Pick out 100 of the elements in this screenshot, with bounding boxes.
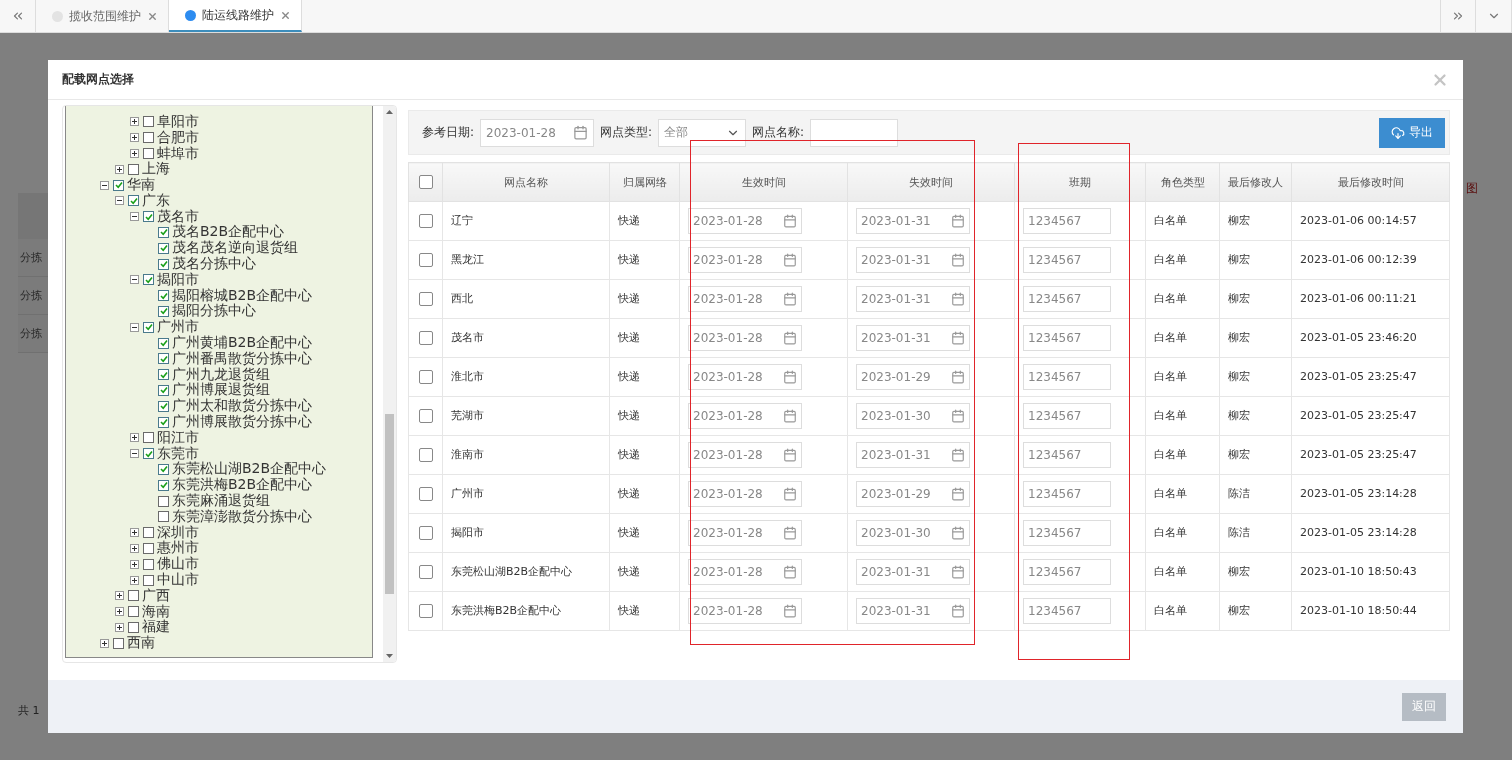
plus-box-icon[interactable] <box>130 149 139 158</box>
tree-node-label[interactable]: 东莞漳澎散货分拣中心 <box>172 507 312 526</box>
plus-box-icon[interactable] <box>100 638 109 648</box>
date-field[interactable]: 2023-01-28 <box>688 481 802 507</box>
schedule-field[interactable]: 1234567 <box>1023 208 1111 234</box>
select-field[interactable]: 全部 <box>658 118 747 147</box>
schedule-field[interactable]: 1234567 <box>1023 325 1111 351</box>
plus-box-icon[interactable] <box>130 559 139 569</box>
tree-checkbox[interactable] <box>128 621 139 633</box>
tree-checkbox[interactable] <box>143 274 154 286</box>
tree-checkbox[interactable] <box>158 400 169 412</box>
name-field[interactable] <box>810 118 899 147</box>
tree-checkbox[interactable] <box>158 463 169 475</box>
tab-label[interactable]: 陆运线路维护 <box>202 6 274 24</box>
plus-box-icon[interactable] <box>115 591 124 601</box>
schedule-field[interactable]: 1234567 <box>1023 286 1111 312</box>
date-field[interactable]: 2023-01-31 <box>856 208 970 234</box>
tree-checkbox[interactable] <box>143 116 154 128</box>
schedule-field[interactable]: 1234567 <box>1023 598 1111 624</box>
tree-checkbox[interactable] <box>158 242 169 254</box>
tree-checkbox[interactable] <box>128 590 139 602</box>
tree-checkbox[interactable] <box>158 479 169 491</box>
row-checkbox[interactable] <box>418 370 433 384</box>
tree-checkbox[interactable] <box>143 211 154 223</box>
tree-checkbox[interactable] <box>158 290 169 302</box>
down-arrow-icon[interactable] <box>386 654 394 658</box>
close-icon[interactable] <box>280 9 291 21</box>
plus-box-icon[interactable] <box>130 117 139 127</box>
scrollbar[interactable] <box>383 106 396 662</box>
schedule-field[interactable]: 1234567 <box>1023 442 1111 468</box>
date-field[interactable]: 2023-01-28 <box>688 403 802 429</box>
row-checkbox[interactable] <box>418 409 433 423</box>
schedule-field[interactable]: 1234567 <box>1023 403 1111 429</box>
date-field[interactable]: 2023-01-31 <box>856 598 970 624</box>
row-checkbox[interactable] <box>418 487 433 501</box>
tree-node-label[interactable]: 阜阳市 <box>157 112 199 131</box>
schedule-field[interactable]: 1234567 <box>1023 247 1111 273</box>
date-field[interactable]: 2023-01-28 <box>480 118 595 147</box>
close-icon[interactable] <box>147 10 158 22</box>
schedule-field[interactable]: 1234567 <box>1023 559 1111 585</box>
date-field[interactable]: 2023-01-31 <box>856 247 970 273</box>
tree-node-label[interactable]: 揭阳市 <box>157 270 199 289</box>
tree-checkbox[interactable] <box>158 369 169 381</box>
date-field[interactable]: 2023-01-30 <box>856 403 970 429</box>
row-checkbox[interactable] <box>418 331 433 345</box>
tree-node-label[interactable]: 中山市 <box>157 571 199 589</box>
tree-checkbox[interactable] <box>158 305 169 317</box>
tree-node-label[interactable]: 蚌埠市 <box>157 144 199 163</box>
minus-box-icon[interactable] <box>130 322 139 332</box>
date-field[interactable]: 2023-01-28 <box>688 598 802 624</box>
tree-node-label[interactable]: 广州番禺散货分拣中心 <box>172 349 312 368</box>
row-checkbox[interactable] <box>418 526 433 540</box>
plus-box-icon[interactable] <box>130 433 139 443</box>
tree-checkbox[interactable] <box>143 448 154 460</box>
export-button[interactable]: 导出 <box>1379 117 1445 148</box>
tree-checkbox[interactable] <box>143 432 154 444</box>
row-checkbox[interactable] <box>418 565 433 579</box>
tree-checkbox[interactable] <box>128 163 139 175</box>
date-field[interactable]: 2023-01-29 <box>856 481 970 507</box>
date-field[interactable]: 2023-01-29 <box>856 364 970 390</box>
plus-box-icon[interactable] <box>130 575 139 585</box>
tree-node-label[interactable]: 阳江市 <box>157 428 199 447</box>
tree-checkbox[interactable] <box>128 195 139 207</box>
date-field[interactable]: 2023-01-31 <box>856 286 970 312</box>
row-checkbox[interactable] <box>418 604 433 618</box>
tree-checkbox[interactable] <box>143 574 154 586</box>
date-field[interactable]: 2023-01-31 <box>856 325 970 351</box>
tree-checkbox[interactable] <box>143 527 154 539</box>
plus-box-icon[interactable] <box>130 133 139 143</box>
tab-label[interactable]: 揽收范围维护 <box>69 7 141 25</box>
row-checkbox[interactable] <box>418 253 433 267</box>
tab[interactable]: 陆运线路维护 <box>169 0 302 32</box>
up-arrow-icon[interactable] <box>386 110 394 114</box>
date-field[interactable]: 2023-01-31 <box>856 442 970 468</box>
minus-box-icon[interactable] <box>130 275 139 285</box>
tree-node-label[interactable]: 合肥市 <box>157 128 199 147</box>
tree-checkbox[interactable] <box>158 337 169 349</box>
tree-checkbox[interactable] <box>158 511 169 523</box>
minus-box-icon[interactable] <box>130 449 139 459</box>
tree-node-label[interactable]: 广西 <box>142 586 170 605</box>
date-field[interactable]: 2023-01-28 <box>688 286 802 312</box>
schedule-field[interactable]: 1234567 <box>1023 364 1111 390</box>
date-field[interactable]: 2023-01-28 <box>688 208 802 234</box>
tree-node-label[interactable]: 广东 <box>142 191 170 210</box>
date-field[interactable]: 2023-01-28 <box>688 559 802 585</box>
tree-checkbox[interactable] <box>143 321 154 333</box>
plus-box-icon[interactable] <box>115 164 124 174</box>
select-all-checkbox[interactable] <box>418 175 433 189</box>
plus-box-icon[interactable] <box>130 543 139 553</box>
tree-checkbox[interactable] <box>158 353 169 365</box>
date-field[interactable]: 2023-01-28 <box>688 442 802 468</box>
tree-checkbox[interactable] <box>158 495 169 507</box>
date-field[interactable]: 2023-01-28 <box>688 325 802 351</box>
date-field[interactable]: 2023-01-31 <box>856 559 970 585</box>
schedule-field[interactable]: 1234567 <box>1023 520 1111 546</box>
tree-checkbox[interactable] <box>143 132 154 144</box>
date-field[interactable]: 2023-01-28 <box>688 247 802 273</box>
tree-checkbox[interactable] <box>158 258 169 270</box>
tree-checkbox[interactable] <box>113 179 124 191</box>
minus-box-icon[interactable] <box>115 196 124 206</box>
